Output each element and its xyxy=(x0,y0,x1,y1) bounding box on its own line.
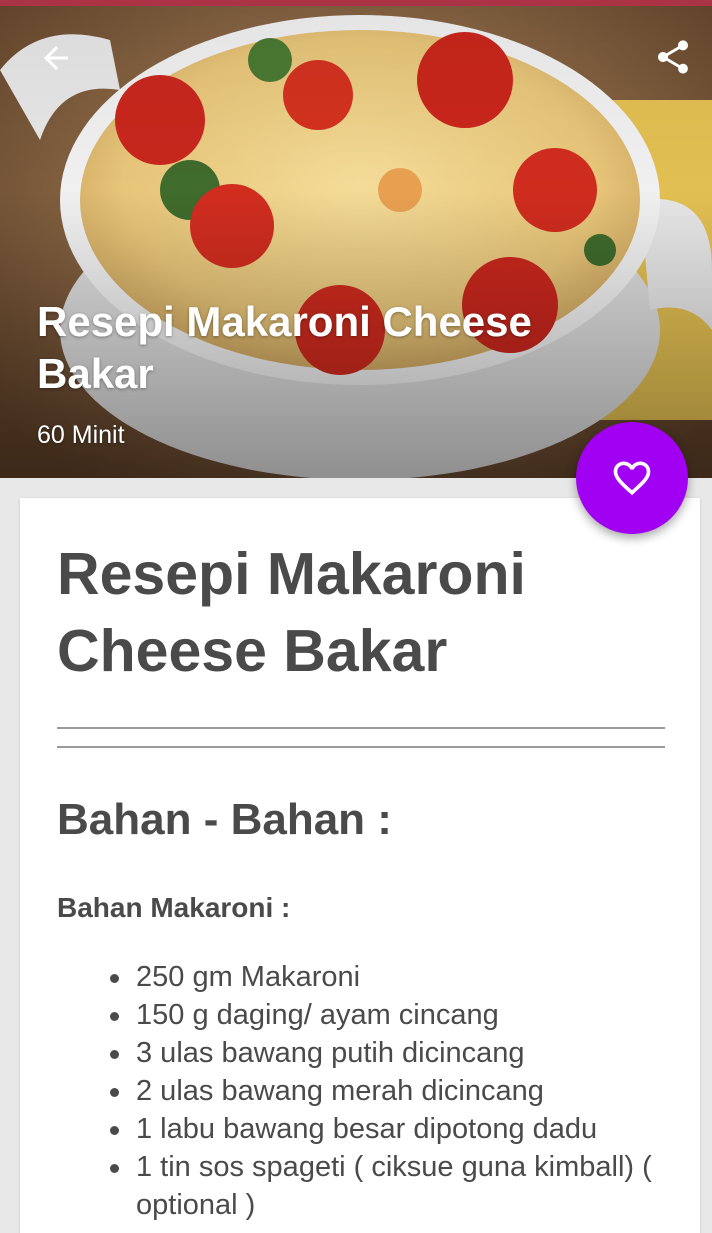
heart-outline-icon xyxy=(613,461,651,496)
hero-header: Resepi Makaroni Cheese Bakar 60 Minit xyxy=(0,0,712,478)
ingredients-list: 250 gm Makaroni 150 g daging/ ayam cinca… xyxy=(104,958,674,1224)
article-title: Resepi Makaroni Cheese Bakar xyxy=(57,541,526,684)
ingredients-subheading: Bahan Makaroni : xyxy=(57,892,291,923)
list-item: 3 ulas bawang putih dicincang xyxy=(104,1034,674,1072)
recipe-card: Resepi Makaroni Cheese Bakar Bahan - Bah… xyxy=(20,498,700,1233)
divider xyxy=(57,746,665,748)
list-item: 1 labu bawang besar dipotong dadu xyxy=(104,1110,674,1148)
hero-gradient-overlay xyxy=(0,0,712,478)
favorite-button[interactable] xyxy=(576,422,688,534)
arrow-left-icon xyxy=(44,46,68,70)
list-item: 250 gm Makaroni xyxy=(104,958,674,996)
share-button[interactable] xyxy=(644,28,702,86)
list-item: 150 g daging/ ayam cincang xyxy=(104,996,674,1034)
list-item: 2 ulas bawang merah dicincang xyxy=(104,1072,674,1110)
back-button[interactable] xyxy=(28,30,84,86)
share-icon xyxy=(658,40,688,74)
divider xyxy=(57,727,665,729)
ingredients-heading: Bahan - Bahan : xyxy=(57,795,392,844)
cooking-time: 60 Minit xyxy=(37,421,125,449)
list-item: 1 tin sos spageti ( ciksue guna kimball)… xyxy=(104,1148,674,1224)
hero-title: Resepi Makaroni Cheese Bakar xyxy=(37,298,532,397)
